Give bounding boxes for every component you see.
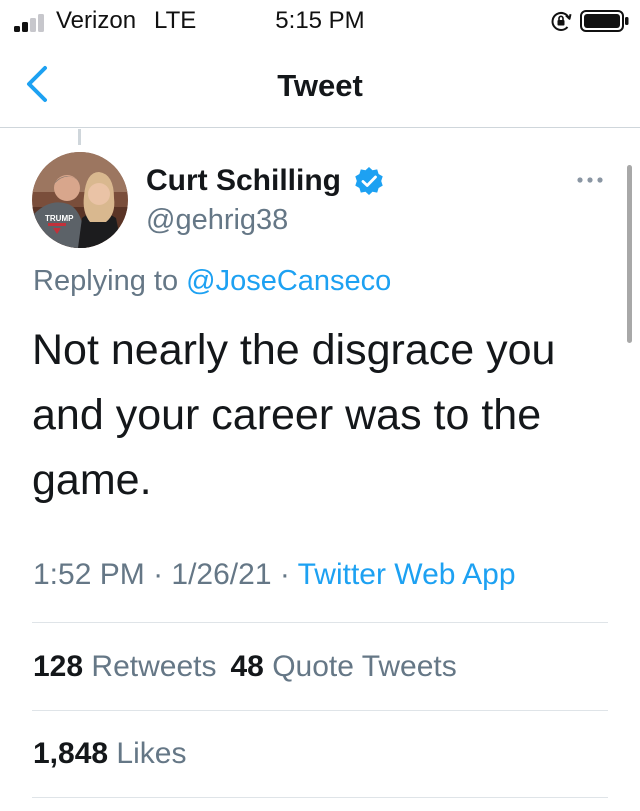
more-dots-icon[interactable] bbox=[572, 168, 608, 192]
retweets-label: Retweets bbox=[91, 650, 217, 683]
thread-connector-line bbox=[78, 129, 81, 145]
engagement-stats-row: 128 Retweets 48 Quote Tweets bbox=[33, 650, 457, 684]
retweets-stat[interactable]: 128 Retweets bbox=[33, 650, 216, 683]
orientation-lock-icon bbox=[551, 12, 572, 31]
likes-stat[interactable]: 1,848 Likes bbox=[33, 737, 186, 770]
retweets-count: 128 bbox=[33, 650, 84, 683]
battery-icon bbox=[580, 10, 629, 32]
status-bar: Verizon LTE 5:15 PM bbox=[0, 0, 640, 44]
reply-context: Replying to @JoseCanseco bbox=[33, 265, 391, 298]
author-handle[interactable]: @gehrig38 bbox=[146, 204, 288, 237]
likes-stats-row: 1,848 Likes bbox=[33, 737, 186, 771]
divider bbox=[32, 710, 608, 711]
divider bbox=[32, 622, 608, 623]
divider bbox=[32, 797, 608, 798]
tweet-metadata: 1:52 PM · 1/26/21 · Twitter Web App bbox=[33, 558, 516, 592]
quote-tweets-count: 48 bbox=[230, 650, 264, 683]
avatar[interactable]: TRUMP bbox=[32, 152, 128, 248]
tweet-detail-screen: Verizon LTE 5:15 PM Tweet TRUMP Curt Sch… bbox=[0, 0, 640, 811]
reply-prefix: Replying to bbox=[33, 265, 187, 297]
meta-separator: · bbox=[144, 558, 172, 591]
scrollbar[interactable] bbox=[627, 165, 632, 343]
page-title: Tweet bbox=[277, 68, 363, 103]
quote-tweets-stat[interactable]: 48 Quote Tweets bbox=[230, 650, 456, 683]
status-time: 5:15 PM bbox=[275, 7, 365, 34]
quote-tweets-label: Quote Tweets bbox=[272, 650, 457, 683]
likes-label: Likes bbox=[116, 737, 187, 770]
tweet-source-link[interactable]: Twitter Web App bbox=[298, 558, 516, 591]
tweet-time: 1:52 PM bbox=[33, 558, 145, 591]
verified-badge-icon bbox=[355, 167, 383, 195]
tweet-date: 1/26/21 bbox=[171, 558, 272, 591]
navigation-bar: Tweet bbox=[0, 44, 640, 128]
likes-count: 1,848 bbox=[33, 737, 109, 770]
meta-separator: · bbox=[271, 558, 298, 591]
svg-text:TRUMP: TRUMP bbox=[45, 214, 74, 223]
author-name[interactable]: Curt Schilling bbox=[146, 164, 341, 198]
reply-mention-link[interactable]: @JoseCanseco bbox=[186, 265, 391, 297]
tweet-text: Not nearly the disgrace you and your car… bbox=[32, 326, 556, 504]
